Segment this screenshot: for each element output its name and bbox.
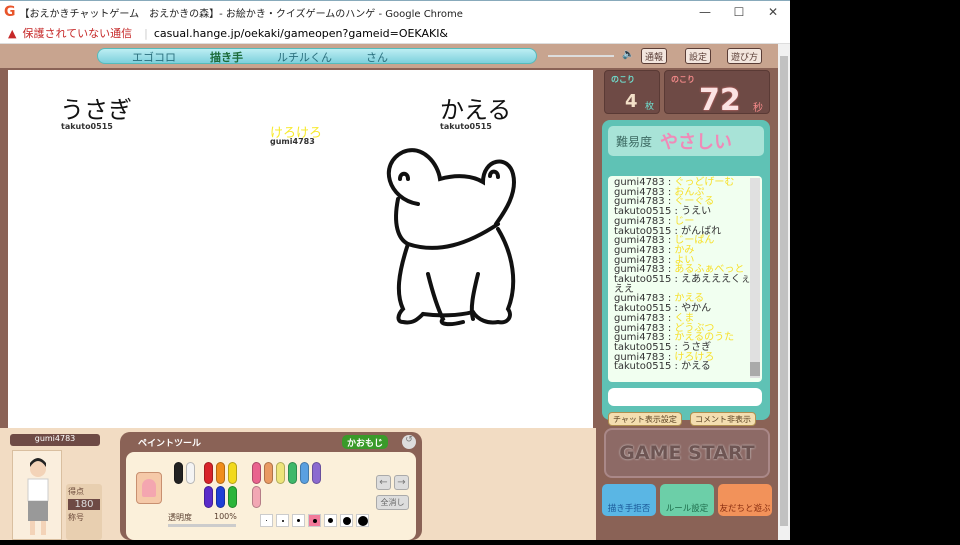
right-panel: のこり 4 枚 のこり 72 秒 難易度 やさしい gumi4783 : ぐっどげ… [600, 68, 775, 540]
bottom-panel: gumi4783 得点 180 称号 ペイントツール かおもじ ↺ 透明度 10… [0, 428, 596, 540]
brush-size-button[interactable] [292, 514, 305, 527]
chat-log[interactable]: gumi4783 : ぐっどげーむ gumi4783 : おんぷ gumi4783 … [608, 176, 762, 382]
color-pen[interactable] [252, 486, 261, 508]
close-button[interactable]: ✕ [756, 5, 790, 19]
play-with-friends-button[interactable]: 友だちと遊ぶ [718, 484, 772, 516]
frog-drawing [386, 148, 516, 327]
guess-word: うさぎ [60, 96, 132, 124]
opacity-label: 透明度 [168, 513, 192, 522]
settings-button[interactable]: 設定 [685, 48, 712, 64]
chat-message: takuto0515 : かえる [614, 361, 711, 373]
hide-comments-button[interactable]: コメント非表示 [690, 412, 756, 426]
player-name: ルチルくん [277, 51, 332, 64]
chat-message: takuto0515 : えあえええくぇええ [614, 274, 751, 295]
drawing-canvas[interactable]: うさぎ takuto0515 けろけろ gumi4783 かえる takuto0… [8, 70, 593, 428]
chat-scrollbar[interactable] [750, 178, 760, 378]
paint-tools: 透明度 100% ← → 全消し [126, 452, 416, 540]
chat-display-settings-button[interactable]: チャット表示設定 [608, 412, 682, 426]
app-logo-icon: G [4, 4, 16, 20]
game-area: エゴコロ 描き手 ルチルくん さん 🔈 通報 設定 遊び方 うさぎ takuto… [0, 44, 778, 540]
brush-size-button[interactable] [260, 514, 273, 527]
color-pen[interactable] [288, 462, 297, 484]
rule-settings-button[interactable]: ルール設定 [660, 484, 714, 516]
refuse-drawer-button[interactable]: 描き手拒否 [602, 484, 656, 516]
how-to-play-button[interactable]: 遊び方 [727, 48, 763, 64]
page-scrollbar[interactable] [778, 44, 790, 540]
url-text[interactable]: casual.hange.jp/oekaki/gameopen?gameid=O… [154, 27, 448, 40]
guess-word: かえる [440, 96, 512, 124]
brush-size-button[interactable] [340, 514, 353, 527]
brush-size-button[interactable] [324, 514, 337, 527]
window-title: 【おえかきチャットゲーム おえかきの森】- お絵かき・クイズゲームのハンゲ - … [19, 8, 463, 20]
player-name-label: gumi4783 [10, 434, 100, 446]
security-status[interactable]: 保護されていない通信 [22, 25, 132, 41]
report-button[interactable]: 通報 [641, 48, 668, 64]
player-order-bar: エゴコロ 描き手 ルチルくん さん [97, 48, 537, 64]
time-remaining: 72 [699, 83, 741, 118]
eraser-icon[interactable] [136, 472, 162, 504]
guess-user: gumi4783 [270, 137, 315, 146]
color-pen[interactable] [312, 462, 321, 484]
guess-user: takuto0515 [440, 122, 492, 131]
color-pen[interactable] [264, 462, 273, 484]
opacity-slider[interactable] [168, 524, 236, 527]
next-arrow-button[interactable]: → [394, 475, 409, 490]
color-pen[interactable] [228, 486, 237, 508]
speaker-icon[interactable]: 🔈 [622, 49, 634, 60]
player-name: エゴコロ [132, 51, 176, 64]
kaomoji-button[interactable]: かおもじ [342, 435, 389, 449]
clear-all-button[interactable]: 全消し [376, 495, 409, 510]
brush-size-button[interactable] [276, 514, 289, 527]
paint-tool-panel: ペイントツール かおもじ ↺ 透明度 100% ← → 全消し [120, 432, 422, 540]
address-bar[interactable]: ▲ 保護されていない通信 | casual.hange.jp/oekaki/ga… [0, 23, 790, 44]
maximize-button[interactable]: ☐ [722, 5, 756, 19]
remaining-count: 4 [625, 91, 638, 112]
color-pen[interactable] [228, 462, 237, 484]
color-pen[interactable] [252, 462, 261, 484]
chat-panel: 難易度 やさしい gumi4783 : ぐっどげーむ gumi4783 : おんぷ g… [602, 120, 770, 426]
chat-user: takuto0515 [614, 361, 672, 373]
game-top-bar: エゴコロ 描き手 ルチルくん さん 🔈 通報 設定 遊び方 [0, 44, 778, 68]
paint-tool-title: ペイントツール [138, 439, 202, 449]
opacity-value: 100% [214, 512, 237, 521]
score-box: 得点 180 称号 [66, 484, 102, 540]
player-name: 描き手 [210, 51, 243, 64]
color-pen[interactable] [216, 462, 225, 484]
volume-slider[interactable] [548, 55, 614, 57]
prev-arrow-button[interactable]: ← [376, 475, 391, 490]
avatar [12, 450, 62, 540]
chat-text: かえる [681, 361, 711, 373]
color-pen[interactable] [174, 462, 183, 484]
score-value: 180 [68, 499, 100, 510]
game-start-button[interactable]: GAME START [604, 428, 770, 478]
color-pen[interactable] [276, 462, 285, 484]
color-pen[interactable] [186, 462, 195, 484]
difficulty-value: やさしい [660, 132, 733, 153]
title-bar: G 【おえかきチャットゲーム おえかきの森】- お絵かき・クイズゲームのハンゲ … [0, 0, 790, 23]
undo-icon[interactable]: ↺ [402, 435, 416, 449]
guess-user: takuto0515 [61, 122, 113, 131]
brush-size-button[interactable] [308, 514, 321, 527]
remaining-cards: のこり 4 枚 [604, 70, 660, 114]
color-pen[interactable] [204, 486, 213, 508]
warning-icon: ▲ [8, 26, 17, 40]
color-pen[interactable] [216, 486, 225, 508]
chat-input[interactable] [608, 388, 762, 406]
player-name: さん [366, 51, 388, 64]
timer: のこり 72 秒 [664, 70, 770, 118]
difficulty: 難易度 やさしい [608, 126, 764, 156]
color-pen[interactable] [300, 462, 309, 484]
minimize-button[interactable]: — [688, 5, 722, 19]
brush-size-button[interactable] [356, 514, 369, 527]
color-pen[interactable] [204, 462, 213, 484]
